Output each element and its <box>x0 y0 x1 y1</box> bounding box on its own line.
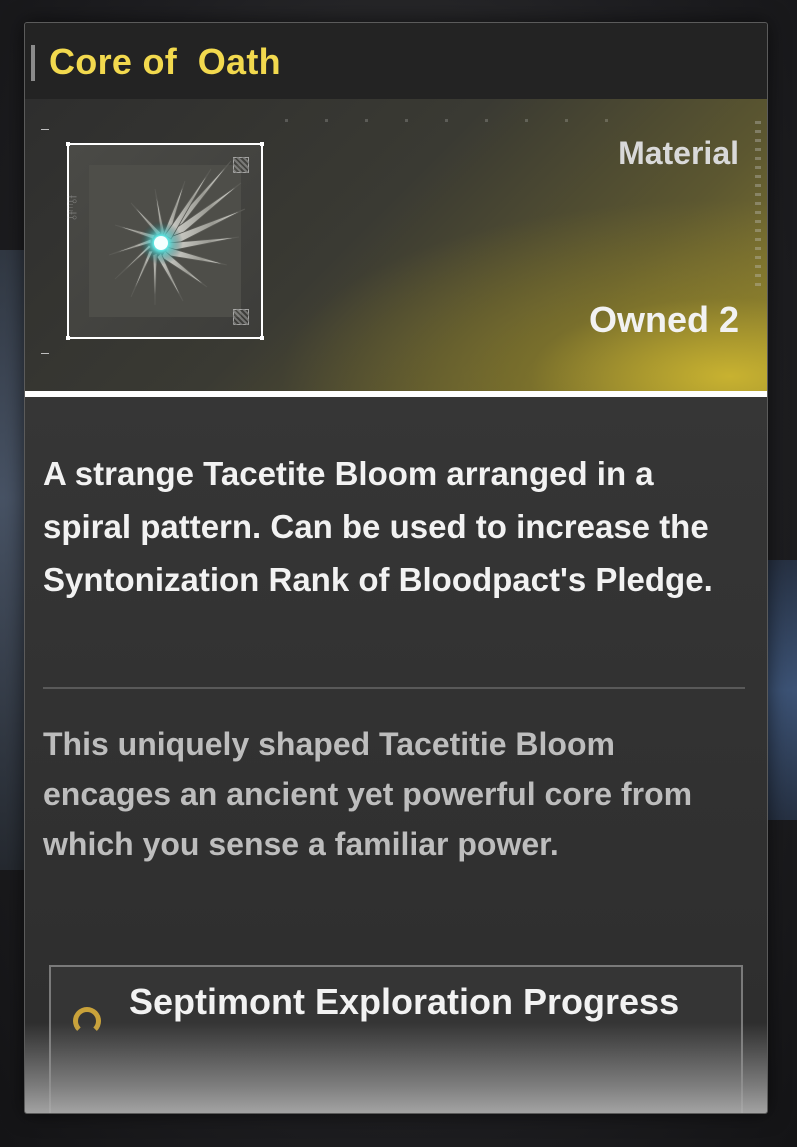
item-icon-frame: ⟊⟟⟒⟊⟟ <box>63 142 264 340</box>
item-category: Material <box>618 135 739 171</box>
owned-label: Owned <box>588 299 709 340</box>
item-description: A strange Tacetite Bloom arranged in a s… <box>43 455 713 598</box>
corner-mark-top <box>41 121 49 130</box>
side-decoration <box>755 121 761 291</box>
frame-corner-dot <box>260 336 264 340</box>
title-accent-bar <box>31 45 35 81</box>
frame-corner-dot <box>260 142 264 146</box>
section-divider <box>43 687 745 689</box>
frame-corner-dot <box>66 142 70 146</box>
owned-value: 2 <box>718 299 739 340</box>
decorative-dots <box>285 119 615 122</box>
rarity-bar <box>25 391 767 397</box>
source-label: Septimont Exploration Progress <box>129 981 680 1022</box>
item-detail-panel: Core of Oath ⟊⟟⟒⟊⟟ Material Owned 2 A st… <box>24 22 768 1114</box>
item-name: Core of Oath <box>49 41 281 82</box>
item-lore: This uniquely shaped Tacetitie Bloom enc… <box>43 726 693 862</box>
decorative-glyphs: ⟊⟟⟒⟊⟟ <box>63 195 79 221</box>
tacetite-bloom-spiral-icon <box>108 160 246 306</box>
scroll-fade-overlay <box>25 1023 767 1113</box>
corner-mark-bottom <box>41 353 49 362</box>
frame-corner-dot <box>66 336 70 340</box>
owned-count: Owned 2 <box>589 299 739 341</box>
title-bar: Core of Oath <box>25 23 767 99</box>
item-header: ⟊⟟⟒⟊⟟ Material Owned 2 <box>25 99 767 391</box>
